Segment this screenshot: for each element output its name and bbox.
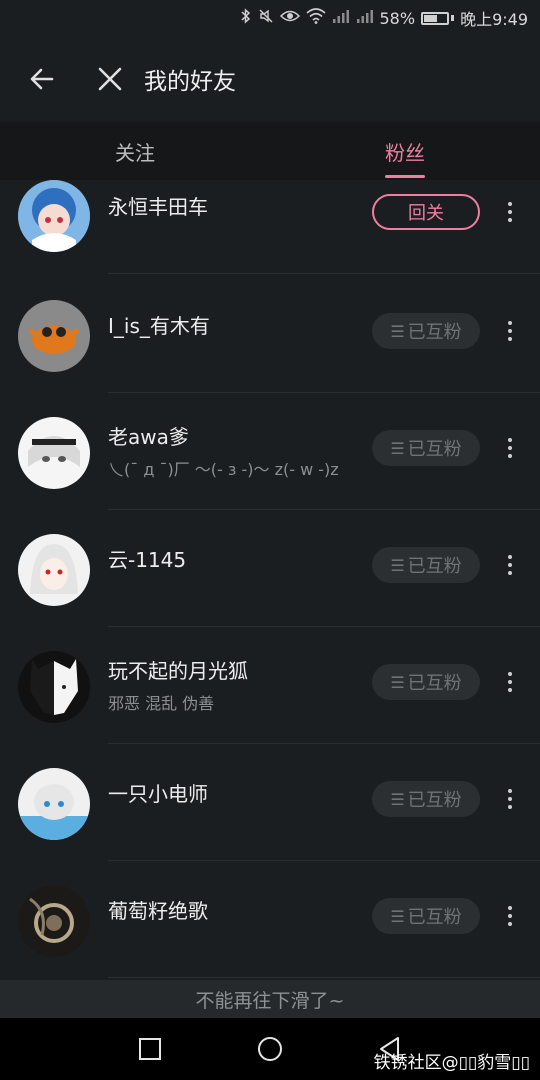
close-icon bbox=[98, 67, 122, 91]
tab-following[interactable]: 关注 bbox=[0, 122, 270, 180]
user-signature: 乀(ˉ д ˉ)厂 ～(- з -)～ z(- w -)z bbox=[108, 460, 339, 479]
close-button[interactable] bbox=[84, 53, 136, 105]
list-item[interactable]: 云-1145 ☰ 已互粉 bbox=[0, 510, 540, 627]
eye-icon bbox=[279, 9, 300, 27]
divider bbox=[108, 273, 540, 274]
more-button[interactable] bbox=[498, 313, 522, 349]
menu-lines-icon: ☰ bbox=[390, 672, 405, 692]
mutual-follow-label: 已互粉 bbox=[407, 790, 462, 811]
menu-lines-icon: ☰ bbox=[390, 438, 405, 458]
user-signature: 邪恶 混乱 伪善 bbox=[108, 694, 215, 713]
more-vert-icon bbox=[508, 436, 512, 460]
avatar[interactable] bbox=[18, 300, 90, 372]
avatar[interactable] bbox=[18, 417, 90, 489]
wifi-icon bbox=[305, 8, 326, 28]
menu-lines-icon: ☰ bbox=[390, 789, 405, 809]
menu-lines-icon: ☰ bbox=[390, 555, 405, 575]
more-button[interactable] bbox=[498, 194, 522, 230]
mutual-follow-label: 已互粉 bbox=[407, 439, 462, 460]
follow-back-label: 回关 bbox=[408, 203, 444, 224]
bluetooth-icon bbox=[240, 8, 252, 28]
tab-fans[interactable]: 粉丝 bbox=[270, 122, 540, 180]
list-item[interactable]: 一只小电师 ☰ 已互粉 bbox=[0, 744, 540, 861]
user-name: 一只小电师 bbox=[108, 782, 208, 806]
back-button[interactable] bbox=[16, 53, 68, 105]
clock: 晚上9:49 bbox=[460, 10, 528, 29]
avatar[interactable] bbox=[18, 651, 90, 723]
fans-list[interactable]: 永恒丰田车 回关 I_is_有木有 ☰ 已互粉 老awa爹 乀(ˉ д ˉ)厂 ～… bbox=[0, 180, 540, 980]
signal-icon bbox=[332, 8, 350, 28]
more-button[interactable] bbox=[498, 781, 522, 817]
mutual-follow-button[interactable]: ☰ 已互粉 bbox=[372, 430, 480, 466]
avatar[interactable] bbox=[18, 534, 90, 606]
mute-icon bbox=[258, 8, 274, 28]
user-name: 老awa爹 bbox=[108, 425, 189, 449]
system-navigation-bar: 铁锈社区@▯▯豹雪▯▯ bbox=[0, 1018, 540, 1080]
more-vert-icon bbox=[508, 904, 512, 928]
header: 我的好友 bbox=[0, 36, 540, 122]
divider bbox=[108, 977, 540, 978]
back-arrow-icon bbox=[30, 68, 54, 90]
mutual-follow-label: 已互粉 bbox=[407, 556, 462, 577]
user-name: 葡萄籽绝歌 bbox=[108, 899, 208, 923]
menu-lines-icon: ☰ bbox=[390, 906, 405, 926]
list-item[interactable]: 葡萄籽绝歌 ☰ 已互粉 bbox=[0, 861, 540, 978]
mutual-follow-button[interactable]: ☰ 已互粉 bbox=[372, 547, 480, 583]
recents-button[interactable] bbox=[135, 1034, 165, 1064]
user-name: I_is_有木有 bbox=[108, 314, 210, 338]
watermark: 铁锈社区@▯▯豹雪▯▯ bbox=[373, 1053, 530, 1073]
status-bar: 58% 晚上9:49 bbox=[0, 0, 540, 36]
more-vert-icon bbox=[508, 670, 512, 694]
user-name: 玩不起的月光狐 bbox=[108, 659, 248, 683]
battery-icon bbox=[421, 11, 455, 25]
more-button[interactable] bbox=[498, 430, 522, 466]
mutual-follow-button[interactable]: ☰ 已互粉 bbox=[372, 664, 480, 700]
square-recents-icon bbox=[139, 1038, 161, 1060]
avatar[interactable] bbox=[18, 768, 90, 840]
user-name: 永恒丰田车 bbox=[108, 195, 208, 219]
menu-lines-icon: ☰ bbox=[390, 321, 405, 341]
more-vert-icon bbox=[508, 553, 512, 577]
avatar[interactable] bbox=[18, 180, 90, 252]
list-end-message: 不能再往下滑了~ bbox=[0, 980, 540, 1018]
mutual-follow-label: 已互粉 bbox=[407, 673, 462, 694]
signal-icon bbox=[356, 8, 374, 28]
list-item[interactable]: I_is_有木有 ☰ 已互粉 bbox=[0, 276, 540, 393]
mutual-follow-label: 已互粉 bbox=[407, 322, 462, 343]
list-item[interactable]: 老awa爹 乀(ˉ д ˉ)厂 ～(- з -)～ z(- w -)z ☰ 已互粉 bbox=[0, 393, 540, 510]
mutual-follow-label: 已互粉 bbox=[407, 907, 462, 928]
follow-back-button[interactable]: 回关 bbox=[372, 194, 480, 230]
more-button[interactable] bbox=[498, 898, 522, 934]
user-name: 云-1145 bbox=[108, 548, 187, 572]
more-vert-icon bbox=[508, 787, 512, 811]
more-vert-icon bbox=[508, 200, 512, 224]
more-button[interactable] bbox=[498, 664, 522, 700]
battery-percent: 58% bbox=[379, 8, 416, 28]
more-vert-icon bbox=[508, 319, 512, 343]
home-button[interactable] bbox=[255, 1034, 285, 1064]
tab-bar: 关注 粉丝 bbox=[0, 122, 540, 180]
mutual-follow-button[interactable]: ☰ 已互粉 bbox=[372, 898, 480, 934]
list-item[interactable]: 玩不起的月光狐 邪恶 混乱 伪善 ☰ 已互粉 bbox=[0, 627, 540, 744]
avatar[interactable] bbox=[18, 885, 90, 957]
more-button[interactable] bbox=[498, 547, 522, 583]
list-item[interactable]: 永恒丰田车 回关 bbox=[0, 180, 540, 274]
mutual-follow-button[interactable]: ☰ 已互粉 bbox=[372, 313, 480, 349]
mutual-follow-button[interactable]: ☰ 已互粉 bbox=[372, 781, 480, 817]
circle-home-icon bbox=[258, 1037, 282, 1061]
page-title: 我的好友 bbox=[144, 69, 236, 95]
